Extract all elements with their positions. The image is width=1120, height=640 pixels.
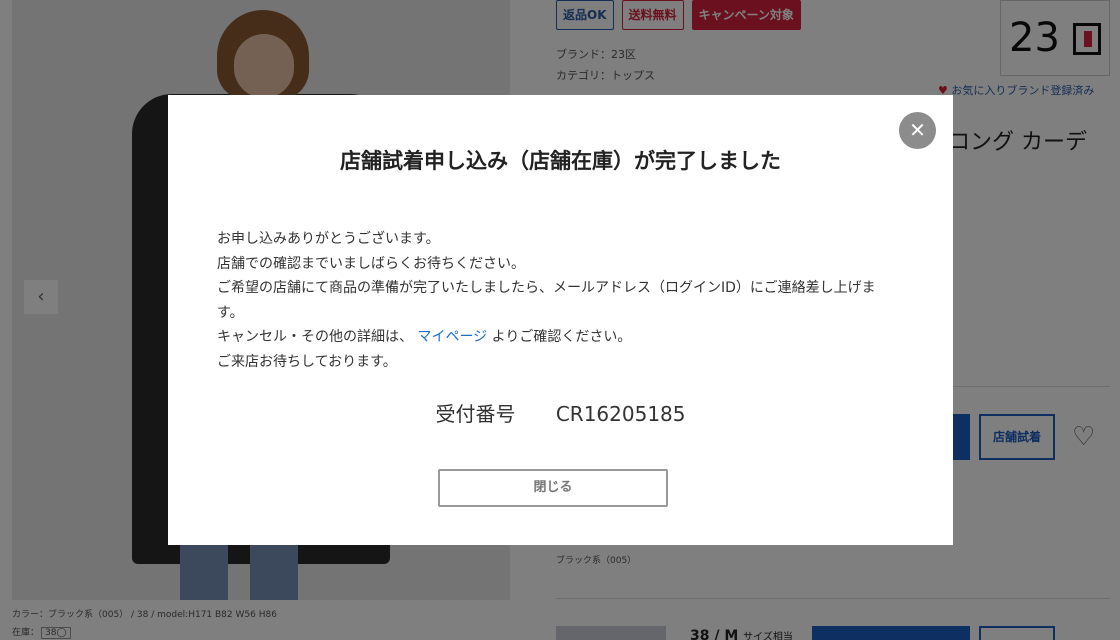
- message-line: ご来店お待ちしております。: [217, 353, 397, 370]
- cancel-suffix: よりご確認ください。: [491, 329, 632, 345]
- message-line: 店舗での確認までいましばらくお待ちください。: [217, 255, 525, 272]
- message-line: ご希望の店舗にて商品の準備が完了いたしましたら、メールアドレス（ログインID）に…: [217, 280, 876, 321]
- message-line: お申し込みありがとうございます。: [217, 231, 440, 247]
- receipt-number: CR16205185: [555, 402, 686, 426]
- close-icon[interactable]: ✕: [899, 112, 936, 149]
- close-button[interactable]: 閉じる: [438, 469, 668, 507]
- dialog-title: 店舗試着申し込み（店舗在庫）が完了しました: [340, 149, 781, 173]
- mypage-link[interactable]: マイページ: [417, 329, 487, 345]
- receipt-number-row: 受付番号 CR16205185: [168, 398, 953, 427]
- cancel-prefix: キャンセル・その他の詳細は、: [217, 329, 413, 345]
- message-line-cancel: キャンセル・その他の詳細は、 マイページ よりご確認ください。: [217, 325, 897, 350]
- receipt-label: 受付番号: [435, 402, 516, 426]
- dialog-message: お申し込みありがとうございます。 店舗での確認までいましばらくお待ちください。 …: [217, 227, 897, 374]
- store-try-complete-dialog: ✕ 店舗試着申し込み（店舗在庫）が完了しました お申し込みありがとうございます。…: [168, 95, 953, 545]
